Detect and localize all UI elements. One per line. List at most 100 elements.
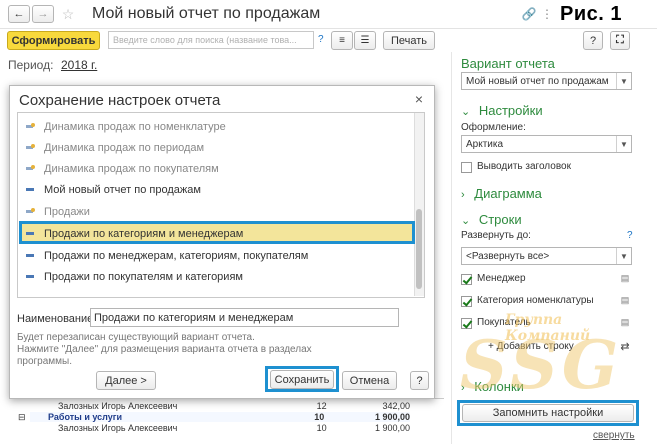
field-settings-icon[interactable]: ▤: [619, 272, 631, 284]
search-input[interactable]: Введите слово для поиска (название това.…: [108, 31, 314, 49]
overwrite-info-line2: Нажмите "Далее" для размещения варианта …: [17, 344, 312, 355]
dropdown-arrow-icon[interactable]: ▼: [616, 136, 631, 152]
list-item[interactable]: Динамика продаж по номенклатуре: [26, 117, 226, 137]
fullscreen-button[interactable]: ⛶: [610, 31, 630, 50]
chevron-down-icon: ⌄: [461, 106, 471, 118]
forward-button[interactable]: →: [32, 5, 54, 23]
more-icon[interactable]: ⋮: [540, 6, 554, 22]
list-item[interactable]: Продажи по покупателям и категориям: [26, 267, 243, 287]
settings-panel: Вариант отчета Мой новый отчет по продаж…: [451, 52, 657, 444]
report-variant-icon: [26, 273, 36, 281]
report-table: Залозных Игорь Алексеевич 12 342,00 ⊟ Ра…: [12, 398, 444, 433]
dropdown-arrow-icon[interactable]: ▼: [616, 73, 631, 89]
cancel-button[interactable]: Отмена: [342, 371, 397, 390]
name-input-value: Продажи по категориям и менеджерам: [94, 312, 294, 324]
shuffle-icon[interactable]: ⇄: [618, 340, 632, 353]
favorite-star-icon[interactable]: ☆: [60, 6, 76, 22]
field-settings-icon[interactable]: ▤: [619, 294, 631, 306]
tree-toggle-icon[interactable]: ⊟: [18, 412, 26, 423]
settings-section-toggle[interactable]: ⌄ Настройки: [461, 103, 543, 118]
field-checkbox-category[interactable]: [461, 296, 472, 307]
show-header-label: Выводить заголовок: [477, 161, 571, 172]
table-row: Залозных Игорь Алексеевич 12 342,00: [30, 401, 410, 411]
report-variant-icon: [26, 252, 36, 260]
tree-expand-icon: ≡: [339, 35, 345, 46]
diagram-title: Диаграмма: [474, 186, 542, 201]
dialog-help-button[interactable]: ?: [410, 371, 429, 390]
table-row: ⊟ Работы и услуги 10 1 900,00: [18, 412, 410, 422]
collapse-link[interactable]: свернуть: [593, 430, 635, 441]
design-select[interactable]: Арктика ▼: [461, 135, 632, 153]
list-item[interactable]: Динамика продаж по периодам: [26, 138, 204, 158]
columns-title: Колонки: [474, 379, 524, 394]
design-select-value: Арктика: [466, 138, 504, 150]
report-variant-icon: [26, 165, 36, 173]
period-value[interactable]: 2018 г.: [61, 58, 97, 72]
expand-select-value: <Развернуть все>: [466, 250, 550, 262]
table-cell-sum: 342,00: [382, 401, 411, 411]
table-cell-qty: 10: [314, 412, 325, 422]
chevron-right-icon: ›: [461, 382, 465, 394]
add-row-link[interactable]: + Добавить строку: [488, 341, 574, 352]
table-row: Залозных Игорь Алексеевич 10 1 900,00: [30, 423, 410, 433]
period-label: Период:: [8, 58, 54, 72]
rows-title: Строки: [478, 212, 522, 227]
field-settings-icon[interactable]: ▤: [619, 316, 631, 328]
expand-all-button[interactable]: ≡: [331, 31, 353, 50]
list-item[interactable]: Продажи по менеджерам, категориям, покуп…: [26, 246, 308, 266]
dialog-close-icon[interactable]: ×: [412, 91, 426, 107]
back-button[interactable]: ←: [8, 5, 30, 23]
name-label: Наименование:: [17, 313, 97, 325]
arrow-right-icon: →: [37, 8, 49, 20]
variant-select-value: Мой новый отчет по продажам: [466, 75, 609, 87]
search-help-link[interactable]: ?: [318, 34, 324, 45]
variant-list[interactable]: Динамика продаж по номенклатуре Динамика…: [17, 112, 425, 298]
overwrite-info-line3: программы.: [17, 356, 73, 367]
arrow-left-icon: ←: [13, 8, 25, 20]
save-settings-dialog: Сохранение настроек отчета × Динамика пр…: [9, 85, 435, 399]
field-checkbox-customer[interactable]: [461, 318, 472, 329]
field-label: Покупатель: [477, 317, 531, 328]
list-item[interactable]: Динамика продаж по покупателям: [26, 159, 219, 179]
table-cell-name: Залозных Игорь Алексеевич: [58, 423, 178, 433]
next-button[interactable]: Далее >: [96, 371, 156, 390]
name-input[interactable]: Продажи по категориям и менеджерам: [90, 308, 399, 327]
chevron-down-icon: ⌄: [461, 215, 471, 227]
dialog-title: Сохранение настроек отчета: [19, 92, 221, 109]
table-cell-qty: 12: [316, 401, 327, 411]
report-variant-icon: [26, 230, 36, 238]
report-variant-icon: [26, 123, 36, 131]
scrollbar-thumb[interactable]: [416, 209, 422, 289]
overwrite-info-line1: Будет перезаписан существующий вариант о…: [17, 332, 255, 343]
list-item[interactable]: Мой новый отчет по продажам: [26, 180, 201, 200]
design-label: Оформление:: [461, 122, 526, 133]
variant-title: Вариант отчета: [461, 56, 555, 71]
columns-section-toggle[interactable]: › Колонки: [461, 379, 524, 394]
rows-section-toggle[interactable]: ⌄ Строки: [461, 212, 522, 227]
link-icon[interactable]: 🔗: [521, 6, 537, 22]
dropdown-arrow-icon[interactable]: ▼: [616, 248, 631, 264]
field-checkbox-manager[interactable]: [461, 274, 472, 285]
list-scrollbar[interactable]: [414, 113, 424, 296]
help-button[interactable]: ?: [583, 31, 603, 50]
expand-help-link[interactable]: ?: [627, 230, 633, 241]
figure-label: Рис. 1: [560, 3, 622, 25]
report-variant-icon: [26, 186, 36, 194]
field-label: Категория номенклатуры: [477, 295, 594, 306]
show-header-checkbox[interactable]: [461, 162, 472, 173]
collapse-all-button[interactable]: ☰: [354, 31, 376, 50]
generate-button[interactable]: Сформировать: [7, 31, 100, 50]
table-cell-name: Залозных Игорь Алексеевич: [58, 401, 178, 411]
variant-select[interactable]: Мой новый отчет по продажам ▼: [461, 72, 632, 90]
expand-select[interactable]: <Развернуть все> ▼: [461, 247, 632, 265]
list-item[interactable]: Продажи: [26, 202, 90, 222]
expand-label: Развернуть до:: [461, 230, 531, 241]
search-placeholder: Введите слово для поиска (название това.…: [113, 35, 297, 45]
save-button[interactable]: Сохранить: [270, 370, 334, 389]
print-button[interactable]: Печать: [383, 31, 435, 50]
list-item[interactable]: Продажи по категориям и менеджерам: [26, 224, 243, 244]
remember-settings-button[interactable]: Запомнить настройки: [462, 404, 634, 422]
diagram-section-toggle[interactable]: › Диаграмма: [461, 186, 542, 201]
tree-collapse-icon: ☰: [360, 35, 370, 46]
field-label: Менеджер: [477, 273, 526, 284]
